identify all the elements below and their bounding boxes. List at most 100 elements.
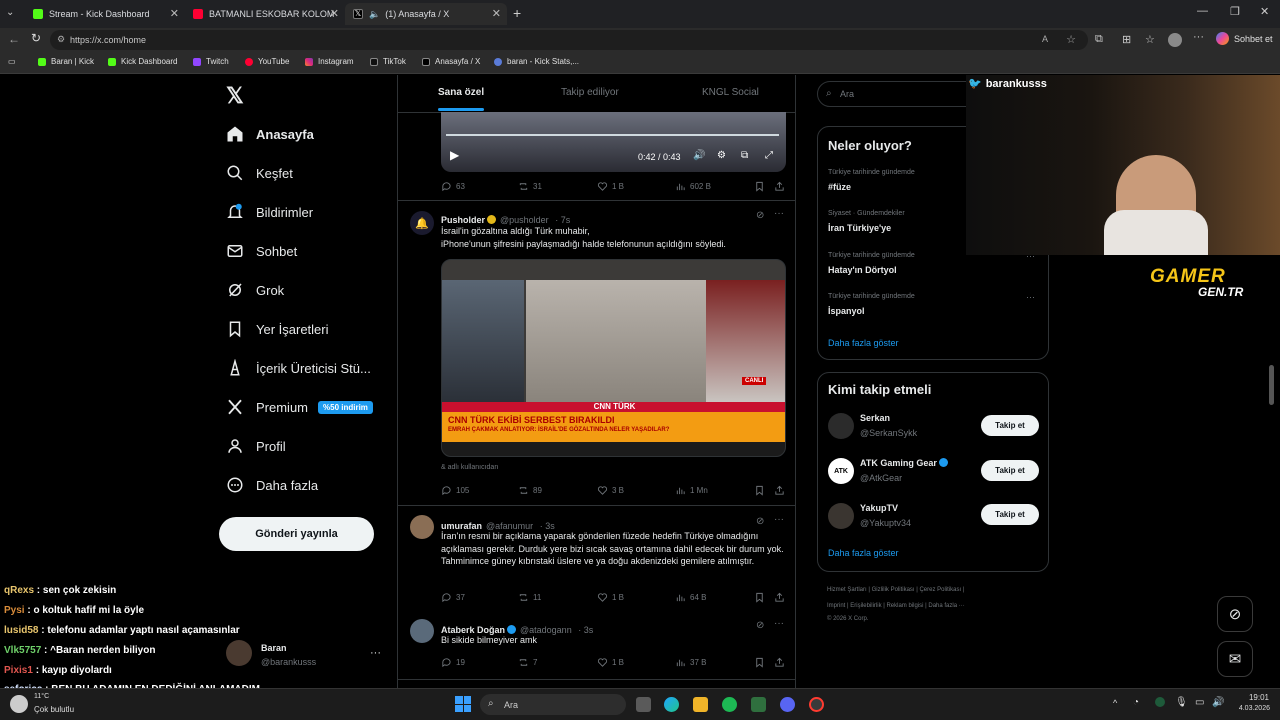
trend-item[interactable]: İran Türkiye'ye: [828, 223, 891, 233]
menu-dots-icon[interactable]: ···: [1193, 31, 1204, 43]
close-icon[interactable]: ✕: [170, 7, 179, 20]
reply-button[interactable]: 37: [441, 592, 465, 603]
tab-following[interactable]: Takip ediliyor: [561, 87, 619, 98]
bookmark-youtube[interactable]: YouTube: [245, 57, 289, 66]
retweet-button[interactable]: 89: [518, 485, 542, 496]
share-button[interactable]: [774, 657, 789, 668]
views-button[interactable]: 37 B: [675, 657, 706, 668]
bookmark-button[interactable]: [754, 485, 769, 496]
reading-list-icon[interactable]: ▭: [8, 57, 16, 66]
tweet-more-icon[interactable]: ···: [774, 208, 784, 219]
sidebar-item-grok[interactable]: Grok: [226, 281, 284, 299]
tray-app-icon[interactable]: [1155, 697, 1165, 707]
weather-icon[interactable]: [10, 695, 28, 713]
follow-button[interactable]: Takip et: [981, 504, 1039, 525]
clock-time[interactable]: 19:01: [1233, 693, 1269, 702]
close-icon[interactable]: ✕: [492, 7, 501, 20]
bookmark-baran-kick[interactable]: Baran | Kick: [38, 57, 94, 66]
grok-icon[interactable]: ⊘: [756, 210, 764, 221]
follow-button[interactable]: Takip et: [981, 460, 1039, 481]
footer-links[interactable]: Hizmet Şartları | Gizlilik Politikası | …: [827, 587, 964, 593]
url-input[interactable]: ⚙ https://x.com/home A ☆: [50, 30, 1088, 50]
follow-button[interactable]: Takip et: [981, 415, 1039, 436]
refresh-icon[interactable]: ↻: [31, 31, 41, 45]
suggestion-name[interactable]: YakupTV: [860, 503, 898, 513]
avatar[interactable]: [828, 503, 854, 529]
views-button[interactable]: 602 B: [675, 181, 711, 192]
like-button[interactable]: 3 B: [597, 485, 624, 496]
sidebar-item-home[interactable]: Anasayfa: [226, 125, 314, 143]
tweet-handle[interactable]: @pusholder: [500, 215, 549, 225]
reply-button[interactable]: 63: [441, 181, 465, 192]
bookmark-button[interactable]: [754, 592, 769, 603]
grok-icon[interactable]: ⊘: [756, 516, 764, 527]
trend-more-icon[interactable]: ···: [1026, 292, 1035, 302]
site-info-icon[interactable]: ⚙: [57, 34, 65, 45]
read-aloud-icon[interactable]: A: [1042, 34, 1048, 44]
back-icon[interactable]: ←: [8, 32, 20, 46]
media-source[interactable]: & adlı kullanıcıdan: [441, 464, 498, 471]
app-icon[interactable]: [751, 697, 766, 712]
tray-chevron-icon[interactable]: ^: [1113, 698, 1117, 708]
trends-show-more-link[interactable]: Daha fazla göster: [828, 338, 899, 348]
windows-start-icon[interactable]: [455, 696, 471, 712]
speaker-icon[interactable]: 🔈: [369, 9, 380, 20]
x-logo-icon[interactable]: 𝕏: [226, 83, 244, 109]
taskbar-search[interactable]: ⌕ Ara: [480, 694, 626, 715]
minimize-icon[interactable]: —: [1197, 5, 1208, 17]
fullscreen-icon[interactable]: ⤢: [765, 150, 773, 161]
task-view-icon[interactable]: [636, 697, 651, 712]
tab-kngl-social[interactable]: KNGL Social: [702, 87, 759, 98]
settings-icon[interactable]: ⚙: [717, 150, 726, 161]
suggestion-name[interactable]: ATK Gaming Gear: [860, 458, 948, 468]
sidebar-item-creator-studio[interactable]: İçerik Üreticisi Stü...: [226, 359, 371, 377]
wifi-icon[interactable]: ◔: [1133, 697, 1139, 708]
grok-icon[interactable]: ⊘: [756, 620, 764, 631]
trend-item[interactable]: Hatay'ın Dörtyol: [828, 265, 897, 275]
favorites-icon[interactable]: ☆: [1145, 33, 1155, 46]
tab-kick-dashboard[interactable]: Stream - Kick Dashboard ✕: [25, 3, 185, 25]
close-icon[interactable]: ✕: [330, 7, 339, 20]
video-progress-bar[interactable]: [446, 134, 779, 136]
avatar[interactable]: [226, 640, 252, 666]
tab-x-home[interactable]: 𝕏 🔈 (1) Anasayfa / X ✕: [345, 3, 507, 25]
avatar[interactable]: 🔔: [410, 211, 434, 235]
avatar[interactable]: [410, 619, 434, 643]
bookmark-twitch[interactable]: Twitch: [193, 57, 229, 66]
grok-float-button[interactable]: ⊘: [1217, 596, 1253, 632]
sidebar-item-explore[interactable]: Keşfet: [226, 164, 293, 182]
tweet-time[interactable]: 7s: [561, 215, 571, 225]
maximize-icon[interactable]: ❐: [1230, 5, 1240, 18]
sidebar-item-bookmarks[interactable]: Yer İşaretleri: [226, 320, 329, 338]
video-player[interactable]: ▶ 0:42 / 0:43 🔊 ⚙ ⧉ ⤢: [441, 112, 786, 172]
tweet-more-icon[interactable]: ···: [774, 618, 784, 629]
like-button[interactable]: 1 B: [597, 592, 624, 603]
retweet-button[interactable]: 31: [518, 181, 542, 192]
copilot-button[interactable]: Sohbet et: [1216, 32, 1273, 45]
sidebar-item-premium[interactable]: Premium %50 indirim: [226, 398, 373, 416]
like-button[interactable]: 1 B: [597, 657, 624, 668]
sidebar-item-profile[interactable]: Profil: [226, 437, 286, 455]
tweet-media[interactable]: CANLI CNN TÜRK CNN TÜRK EKİBİ SERBEST BI…: [441, 259, 786, 457]
bookmark-kick-stats[interactable]: baran - Kick Stats,...: [494, 57, 579, 66]
bookmark-x[interactable]: Anasayfa / X: [422, 57, 480, 66]
tweet-author[interactable]: Pusholder: [441, 215, 485, 225]
tab-for-you[interactable]: Sana özel: [438, 87, 484, 98]
reply-button[interactable]: 19: [441, 657, 465, 668]
who-show-more-link[interactable]: Daha fazla göster: [828, 548, 899, 558]
like-button[interactable]: 1 B: [597, 181, 624, 192]
discord-icon[interactable]: [780, 697, 795, 712]
views-button[interactable]: 1 Mn: [675, 485, 708, 496]
sidebar-item-notifications[interactable]: Bildirimler: [226, 203, 313, 221]
tweet-more-icon[interactable]: ···: [774, 514, 784, 525]
microphone-icon[interactable]: 🎙: [1175, 697, 1188, 708]
tab-list-icon[interactable]: ⌄: [6, 7, 14, 18]
volume-icon[interactable]: 🔊: [1212, 697, 1224, 708]
profile-avatar[interactable]: [1168, 33, 1182, 47]
volume-icon[interactable]: 🔊: [693, 150, 705, 161]
pip-icon[interactable]: ⧉: [741, 150, 748, 161]
footer-links[interactable]: Imprint | Erişilebilirlik | Reklam bilgi…: [827, 603, 965, 609]
scrollbar[interactable]: [1269, 365, 1274, 405]
spotify-icon[interactable]: [722, 697, 737, 712]
trend-item[interactable]: İspanyol: [828, 306, 865, 316]
